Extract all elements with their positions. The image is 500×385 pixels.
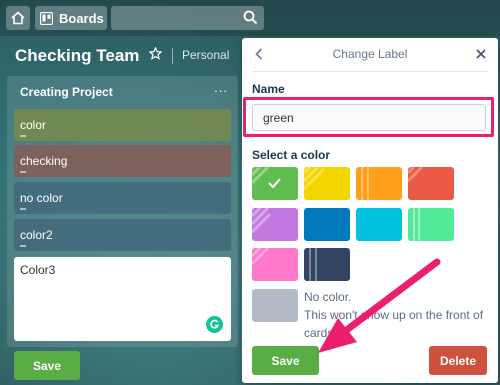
visibility-button[interactable]: Personal — [182, 48, 229, 62]
home-button[interactable] — [6, 6, 30, 30]
color-swatch-red[interactable] — [406, 165, 454, 200]
card-editor-text: Color3 — [20, 263, 56, 277]
swatch-pattern — [361, 167, 369, 200]
boards-label: Boards — [59, 10, 104, 26]
star-icon[interactable] — [149, 47, 162, 60]
delete-button[interactable]: Delete — [429, 346, 487, 375]
swatch-pattern — [250, 206, 272, 234]
card-title: color2 — [20, 228, 53, 242]
save-button[interactable]: Save — [252, 346, 319, 375]
top-bar: Boards — [0, 0, 500, 36]
list: Creating Project ... color checking no c… — [7, 76, 238, 347]
search-input[interactable] — [111, 6, 264, 30]
search-icon — [243, 10, 258, 25]
card-label-dash — [20, 171, 26, 173]
list-title[interactable]: Creating Project — [20, 85, 113, 99]
color-swatch-none[interactable] — [252, 289, 298, 322]
home-icon — [11, 11, 25, 25]
swatch-pattern — [309, 248, 317, 281]
no-color-title: No color. — [304, 290, 352, 304]
swatch-pattern — [406, 165, 424, 183]
header-divider — [172, 48, 173, 64]
grammarly-icon[interactable] — [206, 316, 223, 333]
list-menu-button[interactable]: ... — [214, 80, 228, 95]
boards-icon — [40, 11, 53, 25]
color-swatch-black[interactable] — [304, 248, 350, 281]
boards-button[interactable]: Boards — [35, 6, 107, 30]
card-label-dash — [20, 135, 26, 137]
change-label-popover: Change Label Name Select a color No colo… — [242, 38, 498, 383]
color-swatch-blue[interactable] — [304, 208, 350, 241]
card-label-dash — [20, 208, 26, 210]
select-color-label: Select a color — [252, 148, 331, 162]
card-save-button[interactable]: Save — [14, 351, 80, 380]
color-swatch-sky[interactable] — [356, 208, 402, 241]
close-icon[interactable] — [476, 49, 486, 59]
swatch-pattern — [250, 246, 270, 266]
card-title: checking — [20, 154, 68, 168]
color-swatch-yellow[interactable] — [302, 165, 350, 200]
list-card[interactable]: color2 — [14, 219, 231, 251]
list-card[interactable]: no color — [14, 182, 231, 214]
name-label: Name — [252, 82, 285, 96]
checkmark-icon — [250, 165, 281, 189]
board-title[interactable]: Checking Team — [15, 46, 139, 66]
color-swatch-pink[interactable] — [250, 246, 298, 281]
card-title: no color — [20, 191, 63, 205]
popover-divider — [252, 71, 488, 72]
card-label-dash — [20, 245, 26, 247]
list-card[interactable]: checking — [14, 145, 231, 177]
color-swatch-orange[interactable] — [356, 167, 402, 200]
swatch-pattern — [413, 208, 420, 241]
color-swatch-purple[interactable] — [250, 206, 298, 241]
color-swatch-green[interactable] — [250, 165, 298, 200]
card-title: color — [20, 118, 47, 132]
card-editor-textarea[interactable]: Color3 — [14, 257, 231, 341]
list-card[interactable]: color — [14, 109, 231, 141]
swatch-pattern — [302, 165, 326, 191]
color-swatch-lime[interactable] — [408, 208, 454, 241]
no-color-description: This won't show up on the front of cards… — [304, 308, 484, 340]
label-name-input[interactable] — [252, 104, 486, 131]
popover-title: Change Label — [332, 47, 408, 61]
